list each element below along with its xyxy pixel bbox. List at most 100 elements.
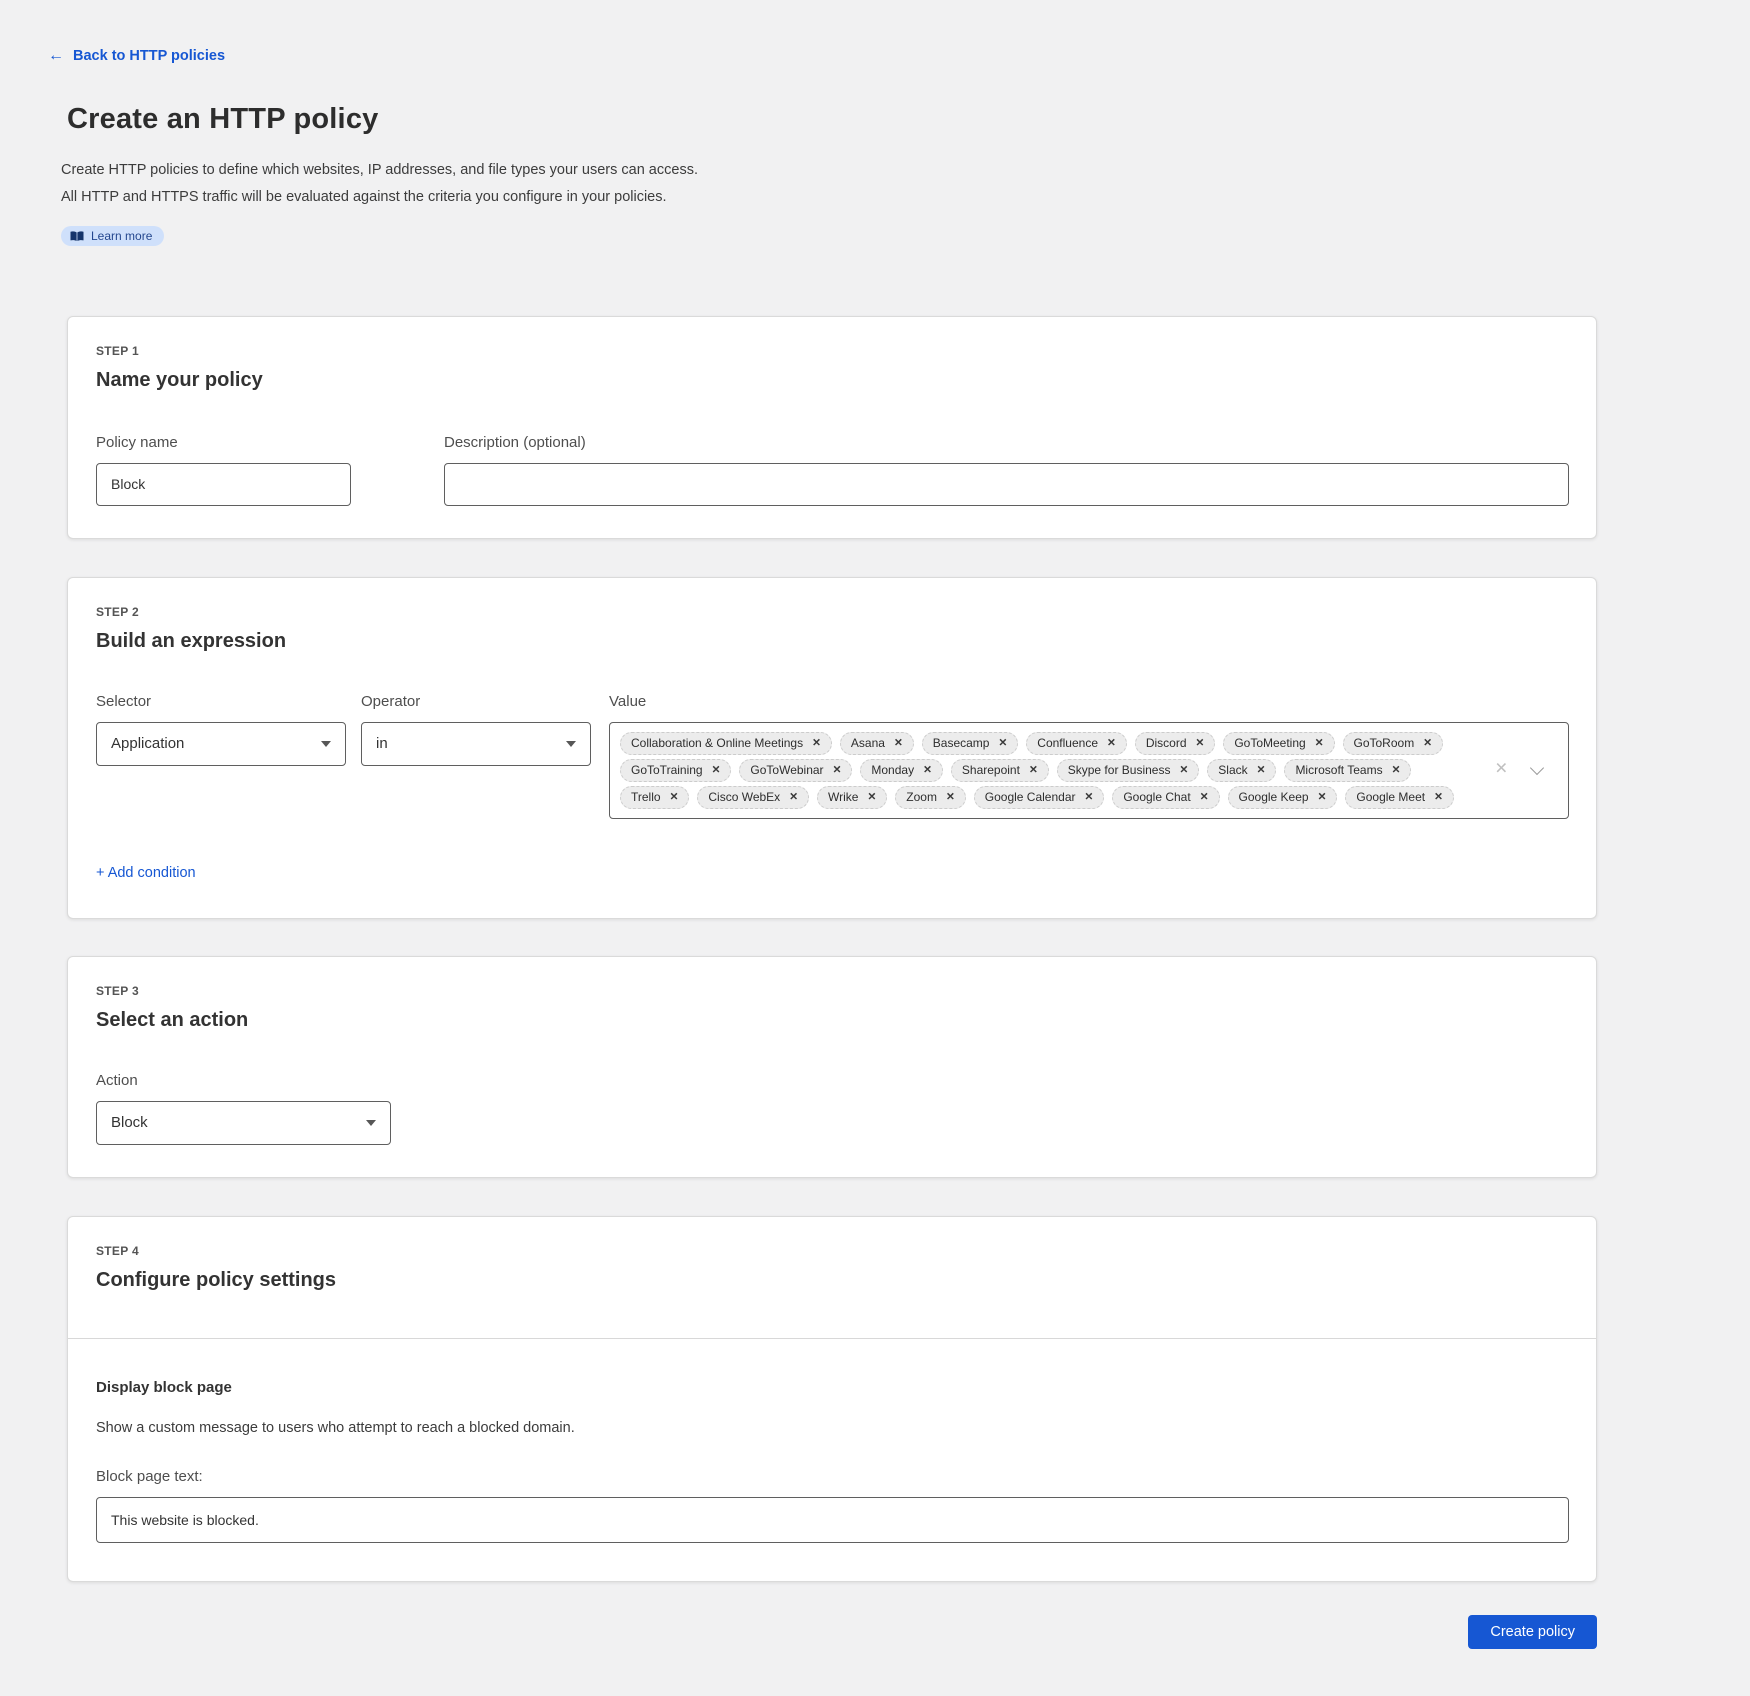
value-tag: Asana ✕ <box>840 732 914 755</box>
value-tag-label: Cisco WebEx <box>708 790 780 804</box>
step3-card: STEP 3 Select an action Action Block <box>67 956 1597 1178</box>
value-tag: Basecamp ✕ <box>922 732 1019 755</box>
page-subtitle: Create HTTP policies to define which web… <box>61 157 1750 211</box>
action-value: Block <box>111 1114 148 1131</box>
remove-tag-icon[interactable]: ✕ <box>1196 738 1205 749</box>
value-tag: GoToWebinar ✕ <box>739 759 852 782</box>
value-tag: Trello ✕ <box>620 786 689 809</box>
step2-heading: Build an expression <box>96 630 1569 653</box>
action-label: Action <box>96 1072 391 1089</box>
value-tag-label: Trello <box>631 790 661 804</box>
step3-label: STEP 3 <box>96 984 1569 998</box>
remove-tag-icon[interactable]: ✕ <box>1318 792 1327 803</box>
step1-card: STEP 1 Name your policy Policy name Desc… <box>67 316 1597 539</box>
remove-tag-icon[interactable]: ✕ <box>712 765 721 776</box>
value-tag: Google Calendar ✕ <box>974 786 1105 809</box>
remove-tag-icon[interactable]: ✕ <box>1200 792 1209 803</box>
remove-tag-icon[interactable]: ✕ <box>998 738 1007 749</box>
remove-tag-icon[interactable]: ✕ <box>1392 765 1401 776</box>
display-block-page-heading: Display block page <box>96 1379 1569 1396</box>
step3-heading: Select an action <box>96 1009 1569 1032</box>
clear-all-icon[interactable]: ✕ <box>1495 762 1508 778</box>
selector-dropdown[interactable]: Application <box>96 722 346 766</box>
description-label: Description (optional) <box>444 434 1569 451</box>
remove-tag-icon[interactable]: ✕ <box>1315 738 1324 749</box>
remove-tag-icon[interactable]: ✕ <box>946 792 955 803</box>
value-tag-label: Google Calendar <box>985 790 1076 804</box>
step4-card: STEP 4 Configure policy settings Display… <box>67 1216 1597 1582</box>
remove-tag-icon[interactable]: ✕ <box>812 738 821 749</box>
remove-tag-icon[interactable]: ✕ <box>867 792 876 803</box>
selector-label: Selector <box>96 693 346 710</box>
value-tag: Collaboration & Online Meetings ✕ <box>620 732 832 755</box>
description-input[interactable] <box>444 463 1569 506</box>
add-condition-link[interactable]: + Add condition <box>96 865 196 881</box>
value-tag-label: GoToRoom <box>1354 736 1415 750</box>
create-policy-button[interactable]: Create policy <box>1468 1615 1597 1649</box>
value-tag-label: Basecamp <box>933 736 990 750</box>
value-tag: Wrike ✕ <box>817 786 887 809</box>
value-tag: GoToMeeting ✕ <box>1223 732 1334 755</box>
operator-value: in <box>376 735 388 752</box>
book-icon <box>70 231 84 242</box>
value-multiselect[interactable]: Collaboration & Online Meetings✕Asana✕Ba… <box>609 722 1569 819</box>
back-to-http-policies-link[interactable]: ← Back to HTTP policies <box>48 48 225 64</box>
step4-label: STEP 4 <box>96 1244 1569 1258</box>
selector-value: Application <box>111 735 184 752</box>
block-page-text-input[interactable] <box>96 1497 1569 1543</box>
remove-tag-icon[interactable]: ✕ <box>923 765 932 776</box>
learn-more-button[interactable]: Learn more <box>61 226 164 246</box>
remove-tag-icon[interactable]: ✕ <box>894 738 903 749</box>
value-tag-label: Zoom <box>906 790 937 804</box>
remove-tag-icon[interactable]: ✕ <box>1179 765 1188 776</box>
remove-tag-icon[interactable]: ✕ <box>1107 738 1116 749</box>
value-tag-label: Confluence <box>1037 736 1098 750</box>
policy-name-input[interactable] <box>96 463 351 506</box>
policy-name-label: Policy name <box>96 434 351 451</box>
value-label: Value <box>609 693 1569 710</box>
value-tag: Google Keep ✕ <box>1228 786 1338 809</box>
chevron-down-icon[interactable] <box>1530 761 1544 775</box>
value-tag: Cisco WebEx ✕ <box>697 786 809 809</box>
step2-card: STEP 2 Build an expression Selector Appl… <box>67 577 1597 919</box>
subtitle-line-1: Create HTTP policies to define which web… <box>61 157 1750 184</box>
remove-tag-icon[interactable]: ✕ <box>789 792 798 803</box>
value-tag-label: Microsoft Teams <box>1295 763 1382 777</box>
value-tag-label: Wrike <box>828 790 858 804</box>
subtitle-line-2: All HTTP and HTTPS traffic will be evalu… <box>61 184 1750 211</box>
value-tag: Microsoft Teams ✕ <box>1284 759 1411 782</box>
value-tag: Monday ✕ <box>860 759 943 782</box>
value-tag-label: Discord <box>1146 736 1187 750</box>
footer: Create policy <box>67 1615 1597 1649</box>
value-tag-label: Sharepoint <box>962 763 1020 777</box>
chevron-down-icon <box>566 741 576 747</box>
remove-tag-icon[interactable]: ✕ <box>1257 765 1266 776</box>
remove-tag-icon[interactable]: ✕ <box>670 792 679 803</box>
value-tag: Confluence ✕ <box>1026 732 1127 755</box>
remove-tag-icon[interactable]: ✕ <box>1029 765 1038 776</box>
operator-label: Operator <box>361 693 591 710</box>
value-tag-label: Google Keep <box>1239 790 1309 804</box>
value-tag-label: GoToTraining <box>631 763 703 777</box>
value-tag-label: Skype for Business <box>1068 763 1171 777</box>
value-tag-label: Monday <box>871 763 914 777</box>
remove-tag-icon[interactable]: ✕ <box>833 765 842 776</box>
remove-tag-icon[interactable]: ✕ <box>1085 792 1094 803</box>
chevron-down-icon <box>321 741 331 747</box>
value-tag: Discord ✕ <box>1135 732 1216 755</box>
remove-tag-icon[interactable]: ✕ <box>1423 738 1432 749</box>
value-tag-label: Collaboration & Online Meetings <box>631 736 803 750</box>
back-link-label: Back to HTTP policies <box>73 48 225 64</box>
value-tag: Google Chat✕ <box>1112 786 1219 809</box>
display-block-page-description: Show a custom message to users who attem… <box>96 1420 1569 1436</box>
value-tag-label: GoToWebinar <box>750 763 823 777</box>
step1-heading: Name your policy <box>96 369 1569 392</box>
value-tag-label: Asana <box>851 736 885 750</box>
remove-tag-icon[interactable]: ✕ <box>1434 792 1443 803</box>
step1-label: STEP 1 <box>96 344 1569 358</box>
action-dropdown[interactable]: Block <box>96 1101 391 1145</box>
value-tag: Skype for Business ✕ <box>1057 759 1200 782</box>
value-tag-label: GoToMeeting <box>1234 736 1305 750</box>
operator-dropdown[interactable]: in <box>361 722 591 766</box>
page-title: Create an HTTP policy <box>67 103 1750 136</box>
